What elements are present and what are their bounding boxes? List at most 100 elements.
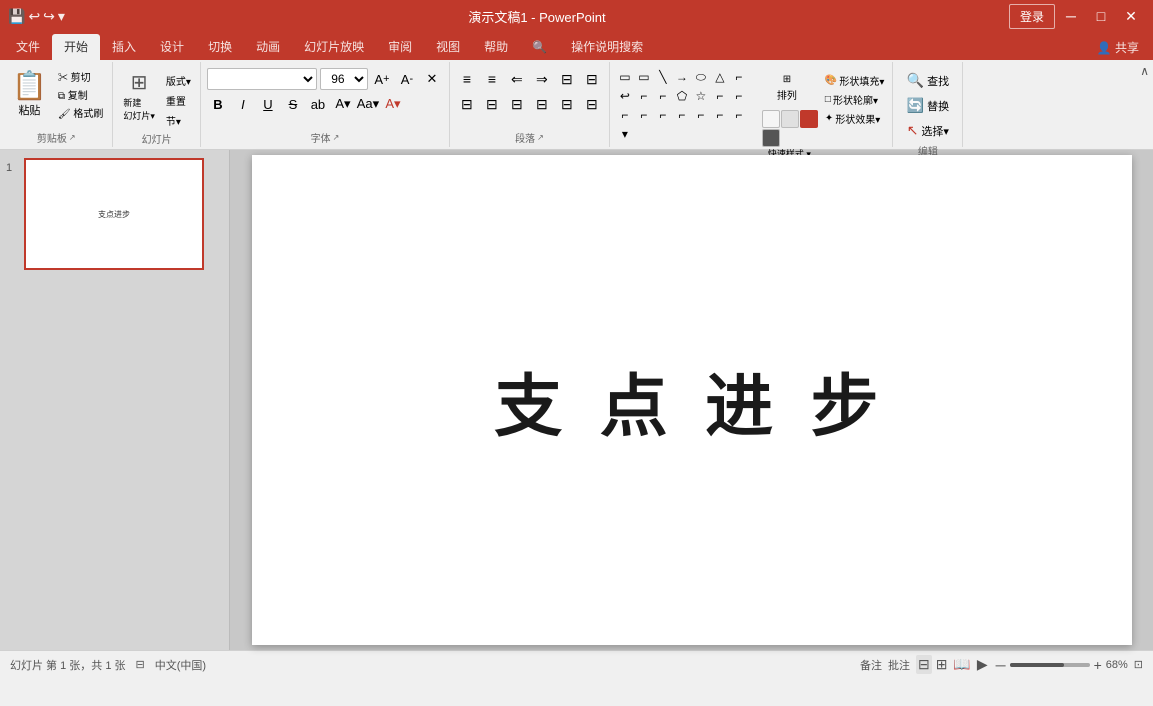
paragraph-expand-icon[interactable]: ↗ [537,133,544,142]
shape-misc11[interactable]: ⌐ [730,106,748,124]
list-number-button[interactable]: ≡ [481,68,503,90]
align-right-button[interactable]: ⊟ [506,93,528,115]
tab-animations[interactable]: 动画 [244,34,292,60]
accessibility-icon[interactable]: ⊟ [136,658,145,671]
shadow-button[interactable]: ab [307,93,329,115]
tab-insert[interactable]: 插入 [100,34,148,60]
shape-misc4[interactable]: ⌐ [730,87,748,105]
text-direction-button[interactable]: ⊟ [581,68,603,90]
char-spacing-button[interactable]: A▾ [332,93,354,115]
qs-1[interactable] [762,110,780,128]
normal-view-button[interactable]: ⊟ [916,655,932,674]
customize-icon[interactable]: ▾ [58,8,65,25]
font-color-button[interactable]: A▾ [382,93,404,115]
shape-rounded-rect[interactable]: ▭ [635,68,653,86]
clear-format-button[interactable]: ✕ [421,68,443,90]
tab-design[interactable]: 设计 [148,34,196,60]
columns-button[interactable]: ⊟ [556,68,578,90]
tab-action-search[interactable]: 操作说明搜索 [559,34,655,60]
zoom-out-button[interactable]: ─ [996,657,1006,673]
notes-button[interactable]: 备注 [860,657,882,673]
smartart-button[interactable]: ⊟ [581,93,603,115]
tab-search-icon[interactable]: 🔍 [520,34,559,60]
slideshow-button[interactable]: ▶ [975,655,990,674]
format-painter-button[interactable]: 🖌 格式刷 [55,104,106,121]
zoom-slider[interactable] [1010,663,1090,667]
shape-misc6[interactable]: ⌐ [635,106,653,124]
shape-effect-button[interactable]: ✦ 形状效果▾ [823,110,886,127]
shape-misc2[interactable]: ⌐ [654,87,672,105]
shape-misc10[interactable]: ⌐ [711,106,729,124]
minimize-button[interactable]: ─ [1057,2,1085,30]
shape-misc5[interactable]: ⌐ [616,106,634,124]
redo-icon[interactable]: ↪ [43,8,55,25]
shape-misc7[interactable]: ⌐ [654,106,672,124]
slide-canvas[interactable]: 支 点 进 步 [252,155,1132,645]
shape-curved[interactable]: ↩ [616,87,634,105]
slide-content[interactable]: 支 点 进 步 [494,351,888,450]
find-button[interactable]: 🔍 查找 [903,70,953,91]
paste-button[interactable]: 📋 粘贴 [6,68,53,128]
italic-button[interactable]: I [232,93,254,115]
qs-2[interactable] [781,110,799,128]
shapes-more[interactable]: ▾ [616,125,634,143]
cut-button[interactable]: ✂ 剪切 [55,68,106,85]
align-left-button[interactable]: ⊟ [456,93,478,115]
strikethrough-button[interactable]: S [282,93,304,115]
shape-misc1[interactable]: ⌐ [635,87,653,105]
qs-3[interactable] [800,110,818,128]
font-name-select[interactable] [207,68,317,90]
zoom-in-button[interactable]: + [1094,657,1102,673]
section-button[interactable]: 节▾ [163,112,194,129]
slide-sorter-button[interactable]: ⊞ [934,655,950,674]
align-center-button[interactable]: ⊟ [481,93,503,115]
font-size-select[interactable]: 96 [320,68,368,90]
arrange-button[interactable]: ⊞ 排列 [762,68,812,108]
select-button[interactable]: ↖ 选择▾ [903,120,953,141]
line-spacing-button[interactable]: ⊟ [556,93,578,115]
tab-slideshow[interactable]: 幻灯片放映 [292,34,376,60]
list-bullet-button[interactable]: ≡ [456,68,478,90]
font-decrease-button[interactable]: A- [396,68,418,90]
shape-line[interactable]: ╲ [654,68,672,86]
fit-window-button[interactable]: ⊡ [1134,658,1143,671]
save-icon[interactable]: 💾 [8,8,25,25]
shape-misc8[interactable]: ⌐ [673,106,691,124]
layout-button[interactable]: 版式▾ [163,72,194,89]
shape-rect[interactable]: ▭ [616,68,634,86]
shape-triangle[interactable]: △ [711,68,729,86]
share-button[interactable]: 👤 共享 [1087,35,1149,60]
zoom-level[interactable]: 68% [1106,659,1128,671]
shape-star[interactable]: ☆ [692,87,710,105]
justify-button[interactable]: ⊟ [531,93,553,115]
case-button[interactable]: Aa▾ [357,93,379,115]
shape-ellipse[interactable]: ⬭ [692,68,710,86]
comments-button[interactable]: 批注 [888,657,910,673]
tab-view[interactable]: 视图 [424,34,472,60]
shape-pentagon[interactable]: ⬠ [673,87,691,105]
tab-home[interactable]: 开始 [52,34,100,60]
shape-right-angle[interactable]: ⌐ [730,68,748,86]
copy-button[interactable]: ⧉ 复制 [55,86,106,103]
decrease-indent-button[interactable]: ⇐ [506,68,528,90]
qs-4[interactable] [762,129,780,147]
tab-help[interactable]: 帮助 [472,34,520,60]
increase-indent-button[interactable]: ⇒ [531,68,553,90]
shape-outline-button[interactable]: □ 形状轮廓▾ [823,91,886,108]
reset-button[interactable]: 重置 [163,92,194,109]
reading-view-button[interactable]: 📖 [951,655,972,674]
slide-thumbnail[interactable]: 支点进步 [24,158,204,270]
shape-arrow[interactable]: → [673,68,691,86]
shape-fill-button[interactable]: 🎨 形状填充▾ [823,72,886,89]
font-expand-icon[interactable]: ↗ [333,133,340,142]
login-button[interactable]: 登录 [1009,4,1055,29]
clipboard-expand-icon[interactable]: ↗ [69,133,76,142]
shape-misc3[interactable]: ⌐ [711,87,729,105]
replace-button[interactable]: 🔄 替换 [903,95,953,116]
underline-button[interactable]: U [257,93,279,115]
font-increase-button[interactable]: A+ [371,68,393,90]
tab-file[interactable]: 文件 [4,34,52,60]
bold-button[interactable]: B [207,93,229,115]
undo-icon[interactable]: ↩ [28,8,40,25]
tab-review[interactable]: 审阅 [376,34,424,60]
